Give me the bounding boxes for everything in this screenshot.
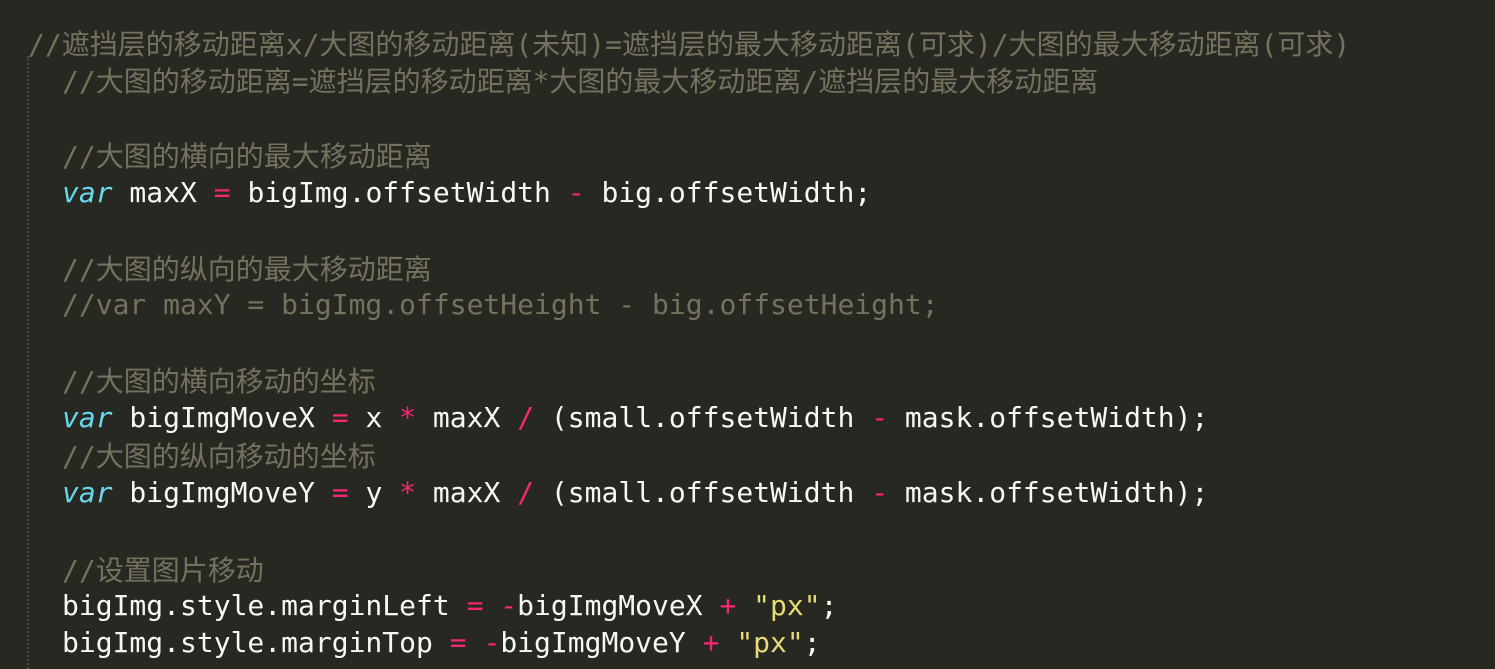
code-line-5: //大图的纵向的最大移动距离 <box>62 253 432 286</box>
code-token: bigImgMoveX <box>112 401 332 434</box>
code-token: bigImg.offsetWidth <box>230 176 568 209</box>
code-line-8: var bigImgMoveX = x * maxX / (small.offs… <box>62 400 1208 436</box>
operator-token: + <box>702 626 720 659</box>
code-line-10: var bigImgMoveY = y * maxX / (small.offs… <box>62 475 1208 511</box>
operator-token: - <box>483 626 501 659</box>
code-token: maxX <box>416 401 518 434</box>
operator-token: / <box>517 476 535 509</box>
code-line-3: //大图的横向的最大移动距离 <box>62 140 432 173</box>
operator-token: - <box>567 176 585 209</box>
string-token: "px" <box>736 626 804 659</box>
operator-token: = <box>331 476 349 509</box>
code-token: (small.offsetWidth <box>534 401 872 434</box>
code-token: big.offsetWidth; <box>584 176 872 209</box>
code-line-11: //设置图片移动 <box>62 554 264 587</box>
code-token: maxX <box>416 476 518 509</box>
code-line-7: //大图的横向移动的坐标 <box>62 365 376 398</box>
code-token: bigImgMoveY <box>500 626 703 659</box>
code-line-9: //大图的纵向移动的坐标 <box>62 440 376 473</box>
code-line-1: //遮挡层的移动距离x/大图的移动距离(未知)=遮挡层的最大移动距离(可求)/大… <box>28 28 1351 61</box>
code-token: bigImg.style.marginLeft <box>62 589 467 622</box>
code-token: y <box>348 476 400 509</box>
code-token: ; <box>820 589 838 622</box>
code-token: x <box>348 401 400 434</box>
indent-guide <box>27 56 29 669</box>
code-line-2: //大图的移动距离=遮挡层的移动距离*大图的最大移动距离/遮挡层的最大移动距离 <box>62 65 1099 98</box>
keyword-token: var <box>62 476 113 509</box>
operator-token: = <box>331 401 349 434</box>
operator-token: / <box>517 401 535 434</box>
operator-token: - <box>871 476 889 509</box>
code-token: mask.offsetWidth); <box>888 401 1209 434</box>
code-line-4: var maxX = bigImg.offsetWidth - big.offs… <box>62 175 871 211</box>
operator-token: - <box>500 589 518 622</box>
operator-token: = <box>449 626 467 659</box>
code-line-12: bigImg.style.marginLeft = -bigImgMoveX +… <box>62 588 837 624</box>
code-token: mask.offsetWidth); <box>888 476 1209 509</box>
code-line-6: //var maxY = bigImg.offsetHeight - big.o… <box>62 288 939 321</box>
operator-token: - <box>871 401 889 434</box>
code-token: ; <box>803 626 821 659</box>
keyword-token: var <box>62 401 113 434</box>
code-token: maxX <box>112 176 214 209</box>
operator-token: + <box>719 589 737 622</box>
code-token: (small.offsetWidth <box>534 476 872 509</box>
code-editor[interactable]: //遮挡层的移动距离x/大图的移动距离(未知)=遮挡层的最大移动距离(可求)/大… <box>0 0 1495 669</box>
code-token: bigImg.style.marginTop <box>62 626 450 659</box>
code-token: bigImgMoveX <box>517 589 720 622</box>
code-line-13: bigImg.style.marginTop = -bigImgMoveY + … <box>62 625 821 661</box>
code-token: bigImgMoveY <box>112 476 332 509</box>
operator-token: * <box>399 401 417 434</box>
keyword-token: var <box>62 176 113 209</box>
operator-token: = <box>466 589 484 622</box>
operator-token: * <box>399 476 417 509</box>
string-token: "px" <box>753 589 821 622</box>
operator-token: = <box>213 176 231 209</box>
